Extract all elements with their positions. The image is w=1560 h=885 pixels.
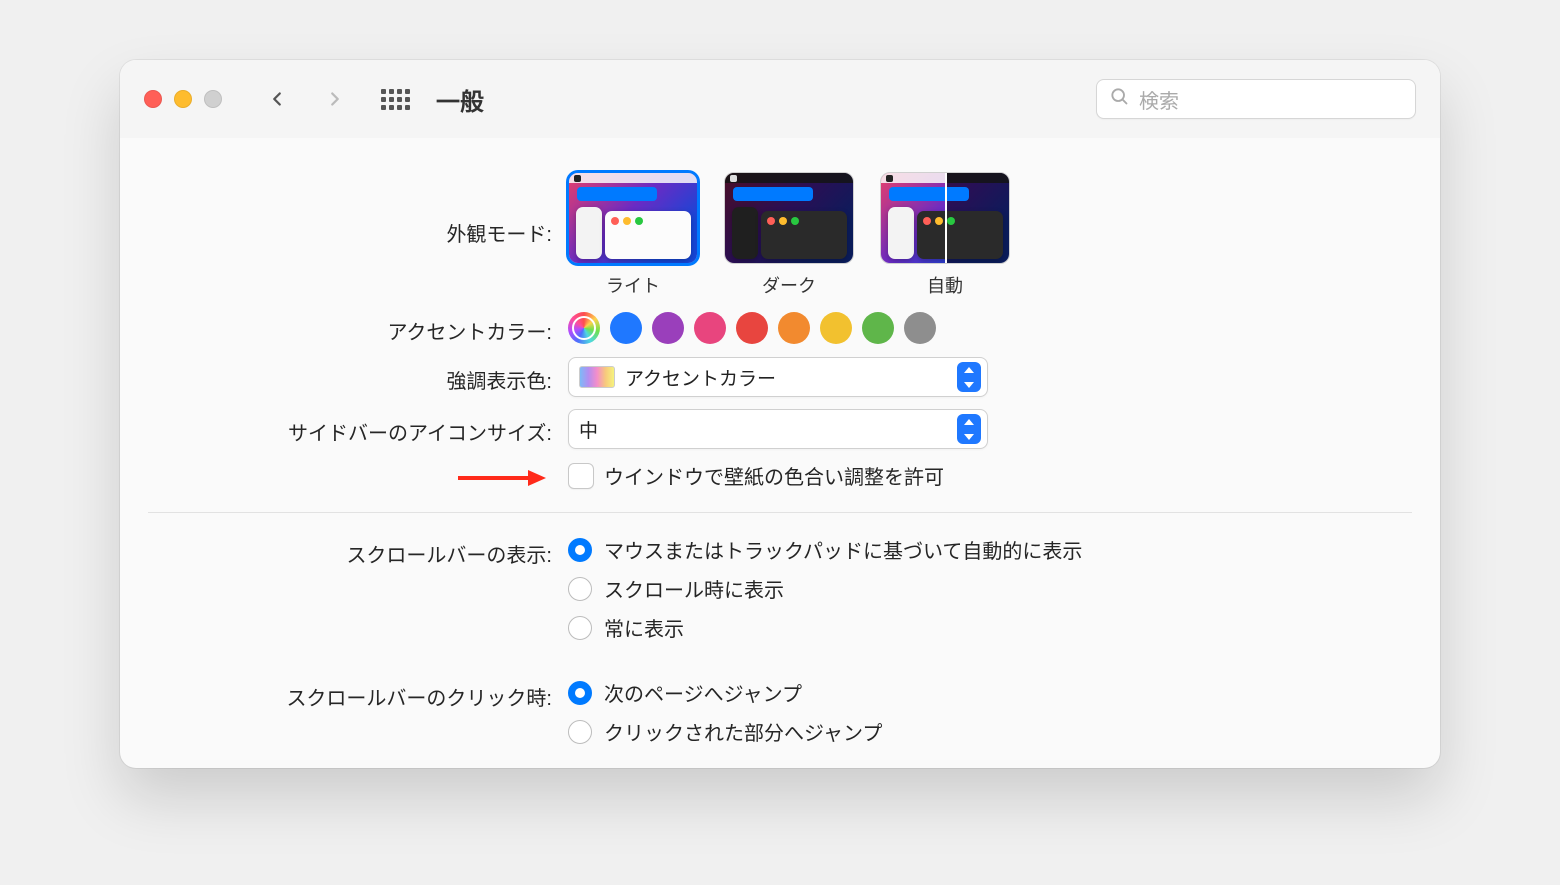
appearance-caption-dark: ダーク — [762, 272, 816, 298]
sidebar-icon-size-select[interactable]: 中 — [568, 409, 988, 449]
accent-green[interactable] — [862, 312, 894, 344]
radio-button — [568, 720, 592, 744]
scrollbar-show-option-scrolling[interactable]: スクロール時に表示 — [568, 574, 1082, 603]
accent-red[interactable] — [736, 312, 768, 344]
scrollbar-show-row: スクロールバーの表示: マウスまたはトラックパッドに基づいて自動的に表示 スクロ… — [148, 535, 1412, 642]
back-button[interactable] — [258, 82, 296, 116]
accent-graphite[interactable] — [904, 312, 936, 344]
appearance-row: 外観モード: ライト — [148, 172, 1412, 298]
show-all-button[interactable] — [380, 84, 410, 114]
scrollbar-click-option-spot[interactable]: クリックされた部分へジャンプ — [568, 717, 882, 746]
wallpaper-tint-row: ウインドウで壁紙の色合い調整を許可 — [148, 461, 1412, 490]
search-field[interactable]: 検索 — [1096, 79, 1416, 119]
appearance-thumb-light — [568, 172, 698, 264]
grid-icon — [381, 89, 410, 110]
section-divider — [148, 512, 1412, 513]
sidebar-icon-size-label: サイドバーのアイコンサイズ: — [148, 413, 568, 446]
highlight-color-row: 強調表示色: アクセントカラー — [148, 357, 1412, 397]
appearance-caption-auto: 自動 — [927, 272, 963, 298]
appearance-thumb-auto — [880, 172, 1010, 264]
appearance-option-auto[interactable]: 自動 — [880, 172, 1010, 298]
appearance-option-light[interactable]: ライト — [568, 172, 698, 298]
accent-color-row: アクセントカラー: — [148, 310, 1412, 345]
close-window-button[interactable] — [144, 90, 162, 108]
select-stepper-icon — [957, 414, 981, 444]
accent-pink[interactable] — [694, 312, 726, 344]
appearance-thumb-dark — [724, 172, 854, 264]
radio-button — [568, 681, 592, 705]
accent-color-label: アクセントカラー: — [148, 310, 568, 345]
scrollbar-click-option-page[interactable]: 次のページへジャンプ — [568, 678, 882, 707]
radio-button — [568, 616, 592, 640]
accent-blue[interactable] — [610, 312, 642, 344]
annotation-arrow-icon — [456, 468, 546, 488]
sidebar-icon-size-value: 中 — [579, 416, 947, 443]
minimize-window-button[interactable] — [174, 90, 192, 108]
appearance-label: 外観モード: — [148, 172, 568, 247]
wallpaper-tint-checkbox[interactable] — [568, 463, 594, 489]
window-toolbar: 一般 検索 — [120, 60, 1440, 138]
window-title: 一般 — [436, 82, 484, 117]
traffic-lights — [144, 90, 222, 108]
select-stepper-icon — [957, 362, 981, 392]
highlight-color-value: アクセントカラー — [625, 364, 947, 391]
sidebar-icon-size-row: サイドバーのアイコンサイズ: 中 — [148, 409, 1412, 449]
scrollbar-click-label: スクロールバーのクリック時: — [148, 678, 568, 711]
highlight-color-label: 強調表示色: — [148, 361, 568, 394]
content-area: 外観モード: ライト — [120, 138, 1440, 768]
radio-button — [568, 577, 592, 601]
forward-button — [316, 82, 354, 116]
accent-purple[interactable] — [652, 312, 684, 344]
scrollbar-show-label: スクロールバーの表示: — [148, 535, 568, 568]
accent-orange[interactable] — [778, 312, 810, 344]
scrollbar-click-row: スクロールバーのクリック時: 次のページへジャンプ クリックされた部分へジャンプ — [148, 678, 1412, 746]
highlight-color-select[interactable]: アクセントカラー — [568, 357, 988, 397]
search-icon — [1109, 86, 1129, 112]
preferences-window: 一般 検索 外観モード: — [120, 60, 1440, 768]
accent-color-options — [568, 312, 936, 344]
scrollbar-show-option-always[interactable]: 常に表示 — [568, 613, 1082, 642]
accent-multicolor[interactable] — [568, 312, 600, 344]
scrollbar-show-option-auto[interactable]: マウスまたはトラックパッドに基づいて自動的に表示 — [568, 535, 1082, 564]
appearance-option-dark[interactable]: ダーク — [724, 172, 854, 298]
search-placeholder: 検索 — [1139, 85, 1179, 114]
appearance-caption-light: ライト — [606, 272, 660, 298]
wallpaper-tint-label: ウインドウで壁紙の色合い調整を許可 — [604, 461, 944, 490]
zoom-window-button[interactable] — [204, 90, 222, 108]
highlight-swatch-icon — [579, 366, 615, 388]
radio-button — [568, 538, 592, 562]
accent-yellow[interactable] — [820, 312, 852, 344]
